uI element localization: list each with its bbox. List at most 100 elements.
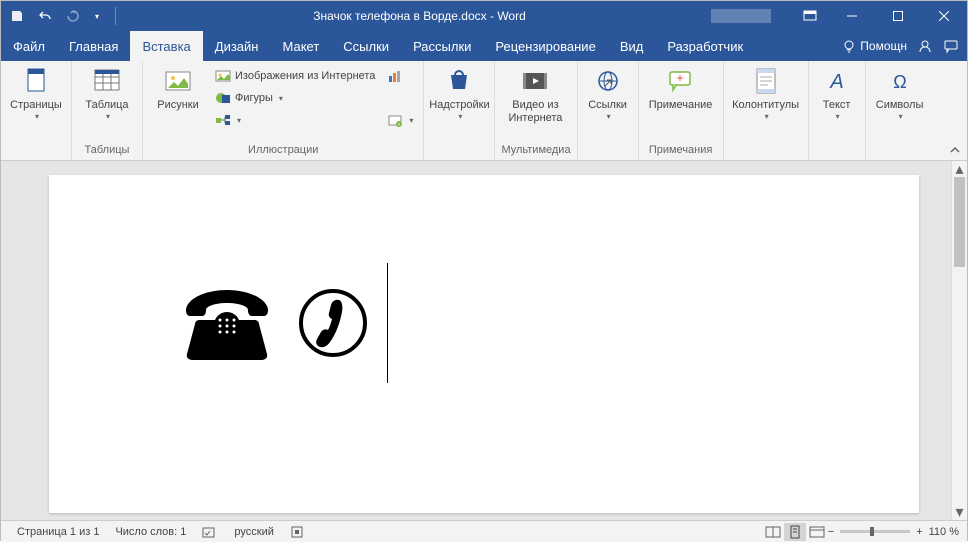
shapes-label: Фигуры — [235, 92, 273, 104]
comments-icon[interactable] — [943, 38, 959, 54]
textbox-icon: A — [821, 65, 853, 97]
group-label — [730, 142, 802, 160]
text-button[interactable]: A Текст ▾ — [815, 63, 859, 122]
collapse-ribbon-icon[interactable] — [949, 144, 961, 156]
svg-text:+: + — [398, 122, 401, 127]
group-label — [815, 142, 859, 160]
chevron-down-icon: ▾ — [765, 112, 769, 122]
screenshot-icon: + — [387, 112, 403, 128]
group-media: Видео из Интернета Мультимедиа — [495, 61, 577, 160]
chevron-down-icon: ▾ — [237, 116, 241, 125]
pages-button[interactable]: Страницы ▾ — [7, 63, 65, 122]
tell-me[interactable]: Помощн — [842, 39, 907, 53]
zoom-out-icon[interactable]: − — [828, 526, 834, 538]
qat-more-icon[interactable]: ▾ — [95, 12, 99, 21]
zoom-value[interactable]: 110 % — [923, 526, 959, 538]
tab-layout[interactable]: Макет — [270, 31, 331, 61]
tab-design[interactable]: Дизайн — [203, 31, 271, 61]
online-pictures-button[interactable]: Изображения из Интернета — [211, 66, 379, 86]
share-icon[interactable] — [917, 38, 933, 54]
table-button[interactable]: Таблица ▾ — [78, 63, 136, 122]
phone-classic-icon — [179, 284, 275, 362]
group-links: Ссылки ▾ — [578, 61, 639, 160]
scroll-thumb[interactable] — [954, 177, 965, 267]
group-label: Иллюстрации — [149, 142, 417, 160]
video-label: Видео из Интернета — [501, 99, 569, 125]
print-layout-icon[interactable] — [784, 523, 806, 541]
maximize-button[interactable] — [875, 1, 921, 31]
smartart-button[interactable]: ▾ — [211, 110, 379, 130]
chevron-down-icon: ▾ — [899, 112, 903, 122]
addins-button[interactable]: Надстройки ▾ — [430, 63, 488, 122]
page-icon — [20, 65, 52, 97]
word-count[interactable]: Число слов: 1 — [107, 526, 194, 538]
tab-insert[interactable]: Вставка — [130, 31, 202, 61]
smartart-icon — [215, 112, 231, 128]
close-button[interactable] — [921, 1, 967, 31]
group-label — [7, 142, 65, 160]
web-layout-icon[interactable] — [806, 523, 828, 541]
phone-handset-circle-icon — [297, 287, 369, 359]
headers-button[interactable]: Колонтитулы ▾ — [730, 63, 802, 122]
window-controls — [829, 1, 967, 31]
chevron-down-icon: ▾ — [106, 112, 110, 122]
tab-review[interactable]: Рецензирование — [483, 31, 607, 61]
group-symbols: Ω Символы ▾ — [866, 61, 934, 160]
vertical-scrollbar[interactable]: ▴ ▾ — [951, 161, 967, 520]
table-icon — [91, 65, 123, 97]
language-indicator[interactable]: русский — [226, 526, 281, 538]
page[interactable] — [49, 175, 919, 513]
proofing-icon[interactable] — [194, 525, 226, 539]
group-illustrations: Рисунки Изображения из Интернета Фигуры … — [143, 61, 424, 160]
tab-mailings[interactable]: Рассылки — [401, 31, 483, 61]
minimize-button[interactable] — [829, 1, 875, 31]
svg-text:Ω: Ω — [893, 72, 906, 92]
group-headers: Колонтитулы ▾ — [724, 61, 809, 160]
quick-access-toolbar: ▾ — [1, 1, 128, 31]
titlebar: ▾ Значок телефона в Ворде.docx - Word — [1, 1, 967, 31]
chevron-down-icon: ▾ — [836, 112, 840, 122]
link-icon — [592, 65, 624, 97]
chevron-down-icon: ▾ — [458, 112, 462, 122]
comment-button[interactable]: + Примечание — [645, 63, 717, 112]
slider-thumb[interactable] — [870, 527, 874, 536]
group-label — [430, 142, 488, 160]
slider-track[interactable] — [840, 530, 910, 533]
scroll-down-icon[interactable]: ▾ — [952, 504, 967, 520]
pictures-button[interactable]: Рисунки — [149, 63, 207, 112]
online-pictures-label: Изображения из Интернета — [235, 70, 375, 82]
spacer — [383, 88, 417, 108]
tab-references[interactable]: Ссылки — [331, 31, 401, 61]
group-comments: + Примечание Примечания — [639, 61, 724, 160]
tab-developer[interactable]: Разработчик — [655, 31, 755, 61]
group-label — [584, 142, 632, 160]
scroll-up-icon[interactable]: ▴ — [952, 161, 967, 177]
tell-me-label: Помощн — [860, 39, 907, 53]
redo-icon[interactable] — [65, 8, 81, 24]
picture-icon — [162, 65, 194, 97]
text-cursor — [387, 263, 388, 383]
save-icon[interactable] — [9, 8, 25, 24]
page-indicator[interactable]: Страница 1 из 1 — [9, 526, 107, 538]
statusbar: Страница 1 из 1 Число слов: 1 русский − … — [1, 520, 967, 542]
chevron-down-icon: ▾ — [35, 112, 39, 122]
tab-view[interactable]: Вид — [608, 31, 656, 61]
comment-icon: + — [665, 65, 697, 97]
read-mode-icon[interactable] — [762, 523, 784, 541]
group-tables: Таблица ▾ Таблицы — [72, 61, 143, 160]
ribbon-display-icon[interactable] — [791, 10, 829, 22]
online-video-button[interactable]: Видео из Интернета — [501, 63, 569, 125]
screenshot-button[interactable]: + ▾ — [383, 110, 417, 130]
links-button[interactable]: Ссылки ▾ — [584, 63, 632, 122]
chart-button[interactable] — [383, 66, 417, 86]
ribbon-tabs: Файл Главная Вставка Дизайн Макет Ссылки… — [1, 31, 967, 61]
macro-icon[interactable] — [282, 525, 312, 539]
online-pictures-icon — [215, 68, 231, 84]
symbols-button[interactable]: Ω Символы ▾ — [872, 63, 928, 122]
tab-file[interactable]: Файл — [1, 31, 57, 61]
undo-icon[interactable] — [37, 8, 53, 24]
shapes-button[interactable]: Фигуры ▾ — [211, 88, 379, 108]
tab-home[interactable]: Главная — [57, 31, 130, 61]
chevron-down-icon: ▾ — [607, 112, 611, 122]
zoom-slider[interactable]: − + — [828, 526, 923, 538]
